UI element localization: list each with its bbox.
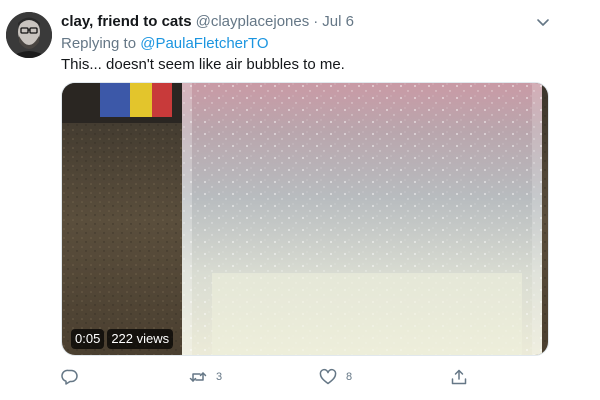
tweet-text: This... doesn't seem like air bubbles to…: [61, 56, 345, 73]
like-button[interactable]: 8: [319, 366, 352, 388]
tweet[interactable]: clay, friend to cats @clayplacejones · J…: [0, 0, 600, 400]
heart-icon: [319, 368, 337, 386]
share-button[interactable]: [450, 366, 468, 388]
author-handle[interactable]: @clayplacejones: [196, 13, 310, 30]
video-frame: [62, 83, 548, 355]
replying-to: Replying to @PaulaFletcherTO: [61, 35, 269, 52]
tweet-actions: 3 8: [61, 366, 481, 388]
reply-button[interactable]: [61, 366, 88, 388]
video-duration: 0:05: [71, 329, 105, 349]
retweet-button[interactable]: 3: [189, 366, 222, 388]
chevron-down-icon[interactable]: [534, 14, 552, 32]
avatar[interactable]: [6, 12, 52, 58]
author-display-name[interactable]: clay, friend to cats: [61, 13, 192, 30]
retweet-icon: [189, 368, 207, 386]
share-icon: [450, 368, 468, 386]
video-info-badge: 0:05 222 views: [71, 329, 174, 349]
retweet-count: 3: [216, 371, 223, 383]
reply-icon: [61, 368, 79, 386]
video-view-count: 222 views: [107, 329, 174, 349]
reply-to-link[interactable]: @PaulaFletcherTO: [140, 35, 268, 52]
video-player[interactable]: [61, 82, 549, 356]
tweet-timestamp[interactable]: Jul 6: [322, 13, 354, 30]
like-count: 8: [346, 371, 353, 383]
separator-dot: ·: [313, 13, 319, 30]
replying-to-label: Replying to: [61, 35, 141, 52]
tweet-header: clay, friend to cats @clayplacejones · J…: [61, 13, 354, 31]
